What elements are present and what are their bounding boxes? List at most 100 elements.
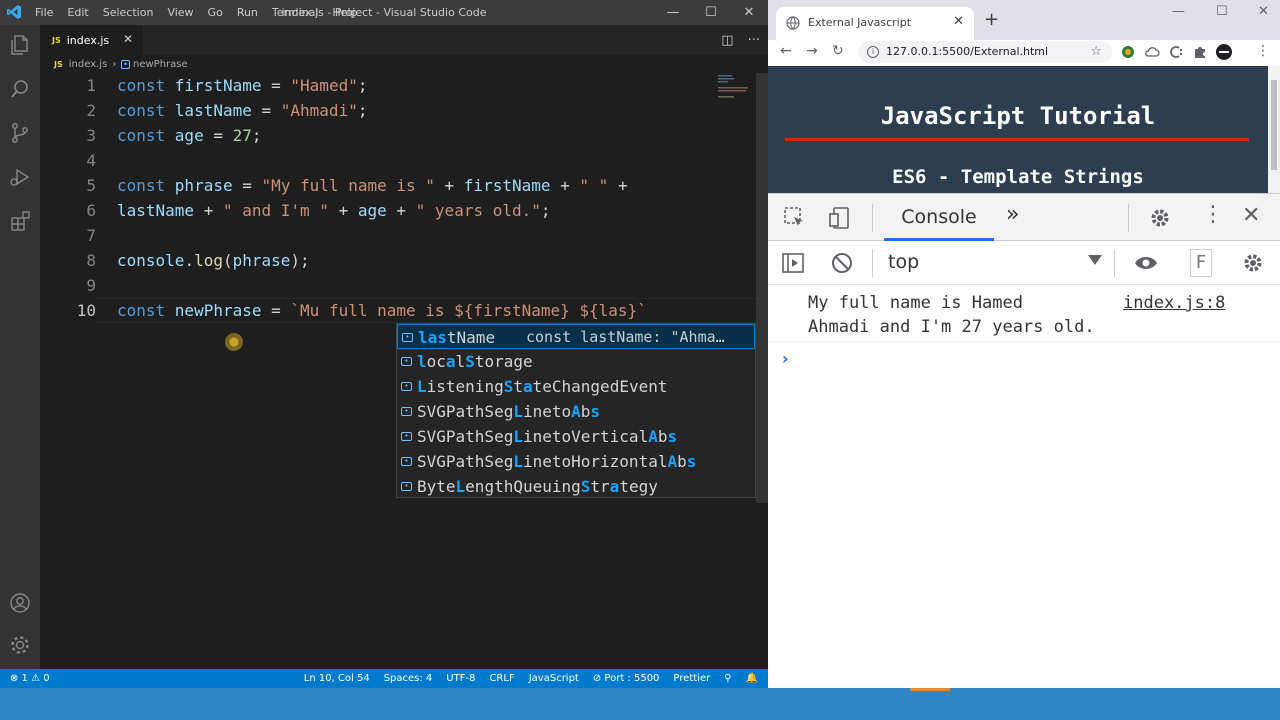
- devtools-menu-icon[interactable]: ⋮: [1202, 202, 1224, 227]
- breadcrumb-file[interactable]: index.js: [69, 59, 108, 70]
- browser-tabstrip: External Javascript ✕ + — ☐ ✕: [768, 0, 1280, 40]
- javascript-context-selector[interactable]: top: [888, 251, 919, 273]
- editor-scrollbar[interactable]: [756, 73, 768, 669]
- source-control-icon[interactable]: [8, 121, 32, 145]
- extension-color-icon[interactable]: [1120, 44, 1136, 60]
- address-bar[interactable]: i 127.0.0.1:5500/External.html ☆: [858, 41, 1112, 63]
- extension-c-icon[interactable]: [1168, 44, 1184, 60]
- menu-help[interactable]: Help: [325, 0, 364, 25]
- bookmark-star-icon[interactable]: ☆: [1090, 41, 1102, 63]
- extensions-puzzle-icon[interactable]: [1192, 44, 1208, 60]
- console-prompt-icon[interactable]: ›: [782, 349, 789, 368]
- minimize-icon[interactable]: —: [654, 0, 692, 25]
- new-tab-icon[interactable]: +: [984, 9, 999, 30]
- menu-go[interactable]: Go: [201, 0, 230, 25]
- page-heading: JavaScript Tutorial: [880, 102, 1156, 130]
- suggestion-item[interactable]: • SVGPathSegLinetoHorizontalAbs: [397, 449, 755, 474]
- editor-scrollbar-thumb[interactable]: [756, 73, 768, 503]
- menu-file[interactable]: File: [28, 0, 60, 25]
- variable-icon: •: [401, 432, 412, 441]
- reload-icon[interactable]: ↻: [832, 43, 844, 59]
- code-token: 27: [232, 126, 252, 145]
- show-sidebar-icon[interactable]: [781, 251, 805, 275]
- menu-selection[interactable]: Selection: [96, 0, 161, 25]
- maximize-icon[interactable]: ☐: [692, 0, 730, 25]
- browser-menu-icon[interactable]: ⋮: [1256, 43, 1270, 59]
- more-actions-icon[interactable]: ···: [748, 33, 760, 48]
- close-tab-icon[interactable]: ✕: [953, 14, 964, 29]
- settings-gear-icon[interactable]: [1148, 206, 1172, 230]
- status-item[interactable]: UTF-8: [446, 673, 475, 684]
- browser-tab[interactable]: External Javascript ✕: [776, 7, 974, 40]
- suggestion-label: SVGPathSegLinetoAbs: [417, 399, 600, 424]
- suggestion-item[interactable]: • SVGPathSegLinetoAbs: [397, 399, 755, 424]
- account-icon[interactable]: [8, 591, 32, 615]
- manage-gear-icon[interactable]: [8, 633, 32, 657]
- menu-view[interactable]: View: [160, 0, 200, 25]
- clear-console-icon[interactable]: [830, 251, 854, 275]
- explorer-icon[interactable]: [8, 33, 32, 57]
- breadcrumb-symbol[interactable]: newPhrase: [133, 59, 188, 70]
- back-icon[interactable]: ←: [780, 43, 792, 59]
- minimize-icon[interactable]: —: [1172, 4, 1185, 19]
- maximize-icon[interactable]: ☐: [1216, 4, 1228, 19]
- suggestion-item[interactable]: • localStorage: [397, 349, 755, 374]
- split-editor-icon[interactable]: ◫: [721, 33, 733, 48]
- tab-console[interactable]: Console: [884, 194, 994, 241]
- status-item[interactable]: 🔔: [746, 673, 758, 684]
- context-dropdown-icon[interactable]: [1088, 255, 1102, 265]
- run-debug-icon[interactable]: [8, 165, 32, 189]
- menu-terminal[interactable]: Terminal: [265, 0, 326, 25]
- status-item[interactable]: ⊘ Port : 5500: [593, 673, 660, 684]
- status-item[interactable]: Ln 10, Col 54: [304, 673, 370, 684]
- status-item[interactable]: ⚲: [724, 673, 731, 684]
- line-number: 6: [86, 201, 96, 220]
- suggestion-label-part: S: [503, 377, 514, 396]
- suggestion-item[interactable]: • SVGPathSegLinetoVerticalAbs: [397, 424, 755, 449]
- extension-cloud-icon[interactable]: [1144, 44, 1160, 60]
- suggestion-item[interactable]: • ByteLengthQueuingStrategy: [397, 474, 755, 499]
- page-scrollbar-thumb[interactable]: [1271, 80, 1277, 170]
- more-tabs-chevron-icon[interactable]: »: [1006, 202, 1019, 227]
- suggestion-item[interactable]: • lastName const lastName: "Ahma…: [397, 324, 755, 349]
- site-info-icon[interactable]: i: [867, 46, 879, 58]
- tab-close-icon[interactable]: ✕: [123, 32, 133, 46]
- code-token: " ": [579, 176, 609, 195]
- taskbar: [0, 688, 1280, 720]
- toolbar-separator: [1114, 249, 1115, 277]
- console-settings-gear-icon[interactable]: [1241, 251, 1265, 275]
- page-scrollbar[interactable]: [1268, 66, 1280, 193]
- close-devtools-icon[interactable]: ✕: [1242, 203, 1260, 228]
- suggestion-label-part: L: [513, 402, 523, 421]
- profile-avatar-icon[interactable]: [1216, 44, 1232, 60]
- extensions-icon[interactable]: [8, 209, 32, 233]
- forward-icon[interactable]: →: [806, 43, 818, 59]
- tab-label: index.js: [66, 33, 110, 47]
- code-line: 10 const newPhrase = `Mu full name is ${f…: [40, 298, 756, 323]
- console-filter-input[interactable]: F: [1190, 249, 1212, 277]
- close-icon[interactable]: ✕: [1258, 4, 1269, 19]
- status-item[interactable]: JavaScript: [529, 673, 579, 684]
- close-icon[interactable]: ✕: [730, 0, 768, 25]
- code-line: 9: [40, 273, 756, 298]
- search-icon[interactable]: [8, 77, 32, 101]
- status-item[interactable]: CRLF: [489, 673, 514, 684]
- problems-indicator[interactable]: ⊗ 1 ⚠ 0: [10, 669, 50, 688]
- device-toolbar-icon[interactable]: [828, 206, 852, 230]
- inspect-element-icon[interactable]: [783, 206, 807, 230]
- menu-edit[interactable]: Edit: [60, 0, 95, 25]
- minimap[interactable]: [716, 73, 756, 123]
- tab-index-js[interactable]: JS index.js ✕: [40, 25, 143, 55]
- live-expression-eye-icon[interactable]: [1134, 251, 1158, 275]
- code-token: const: [117, 126, 175, 145]
- status-item[interactable]: Prettier: [673, 673, 710, 684]
- toolbar-separator: [872, 204, 873, 232]
- suggestion-label-part: oc: [426, 352, 446, 371]
- suggestion-label-part: l: [417, 352, 427, 371]
- suggestion-item[interactable]: • ListeningStateChangedEvent: [397, 374, 755, 399]
- menu-run[interactable]: Run: [230, 0, 265, 25]
- suggestion-label: localStorage: [417, 349, 533, 374]
- status-item[interactable]: Spaces: 4: [384, 673, 433, 684]
- console-source-link[interactable]: index.js:8: [1123, 293, 1225, 313]
- code-token: +: [194, 201, 223, 220]
